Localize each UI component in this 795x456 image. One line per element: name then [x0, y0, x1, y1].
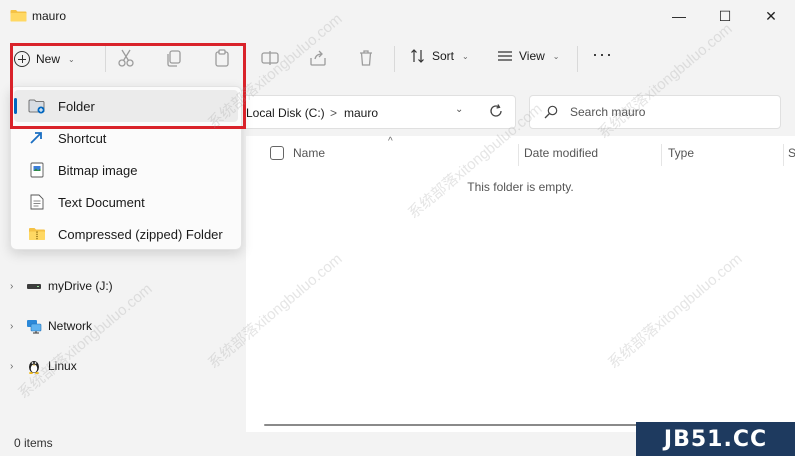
highlight-box: [10, 43, 246, 129]
expand-chevron-icon[interactable]: ›: [10, 321, 20, 332]
nav-item-label: Network: [48, 319, 93, 333]
search-input[interactable]: [570, 105, 770, 119]
title-bar: mauro — ☐ ✕: [0, 0, 795, 32]
more-options-button[interactable]: ···: [592, 45, 613, 63]
menu-item-bitmap-image[interactable]: Bitmap image: [14, 154, 238, 186]
nav-item-mydrive[interactable]: › myDrive (J:): [10, 274, 113, 298]
column-header-date-modified[interactable]: Date modified: [524, 146, 598, 160]
breadcrumb-separator: >: [330, 106, 338, 120]
menu-item-label: Compressed (zipped) Folder: [58, 226, 223, 242]
window-title: mauro: [32, 9, 67, 23]
toolbar-divider: [577, 46, 578, 72]
column-header-size[interactable]: S: [788, 146, 795, 160]
breadcrumb-local-disk[interactable]: Local Disk (C:): [246, 106, 325, 120]
expand-chevron-icon[interactable]: ›: [10, 281, 20, 292]
drive-icon: [27, 284, 41, 289]
linux-icon: [29, 361, 39, 374]
chevron-down-icon: ⌄: [552, 51, 560, 61]
share-icon[interactable]: [308, 48, 328, 68]
view-button[interactable]: View ⌄: [497, 48, 560, 64]
menu-item-label: Text Document: [58, 194, 145, 210]
minimize-button[interactable]: —: [656, 0, 702, 32]
sort-icon: [411, 49, 424, 63]
expand-chevron-icon[interactable]: ›: [10, 361, 20, 372]
watermark-logo: JB51.CC: [636, 422, 795, 456]
nav-item-label: myDrive (J:): [48, 279, 113, 293]
breadcrumb-mauro[interactable]: mauro: [344, 106, 378, 120]
view-button-label: View: [519, 49, 545, 63]
chevron-down-icon: ⌄: [462, 51, 469, 61]
menu-item-label: Shortcut: [58, 130, 107, 146]
file-list-pane: ^ Name Date modified Type S This folder …: [246, 136, 795, 432]
sort-button-label: Sort: [432, 49, 455, 63]
search-icon: [544, 105, 558, 119]
menu-item-compressed-folder[interactable]: Compressed (zipped) Folder: [14, 218, 238, 250]
close-button[interactable]: ✕: [748, 0, 794, 32]
status-item-count: 0 items: [14, 436, 53, 450]
shortcut-icon: [30, 132, 42, 144]
menu-item-text-document[interactable]: Text Document: [14, 186, 238, 218]
menu-item-label: Bitmap image: [58, 162, 138, 178]
nav-item-network[interactable]: › Network: [10, 314, 92, 338]
maximize-button[interactable]: ☐: [702, 0, 748, 32]
delete-icon[interactable]: [356, 48, 376, 68]
folder-icon: [10, 10, 27, 22]
toolbar-divider: [394, 46, 395, 72]
sort-button[interactable]: Sort ⌄: [410, 48, 469, 64]
nav-item-linux[interactable]: › Linux: [10, 354, 77, 378]
nav-item-label: Linux: [48, 359, 77, 373]
text-document-icon: [30, 194, 44, 210]
column-divider[interactable]: [783, 144, 784, 166]
rename-icon[interactable]: [260, 48, 280, 68]
address-history-dropdown[interactable]: ⌄: [455, 104, 463, 115]
column-header-type[interactable]: Type: [668, 146, 694, 160]
column-header-name[interactable]: Name: [293, 146, 325, 160]
sort-indicator-icon: ^: [388, 136, 393, 147]
refresh-icon[interactable]: [488, 103, 504, 119]
column-divider[interactable]: [661, 144, 662, 166]
search-box[interactable]: [529, 95, 781, 129]
zip-folder-icon: [29, 228, 45, 240]
bitmap-icon: [30, 162, 44, 178]
view-list-icon: [498, 51, 512, 61]
select-all-checkbox[interactable]: [270, 146, 284, 160]
network-icon: [27, 320, 42, 334]
address-bar[interactable]: Local Disk (C:) > mauro: [240, 95, 516, 129]
empty-folder-message: This folder is empty.: [467, 180, 574, 194]
column-divider[interactable]: [518, 144, 519, 166]
